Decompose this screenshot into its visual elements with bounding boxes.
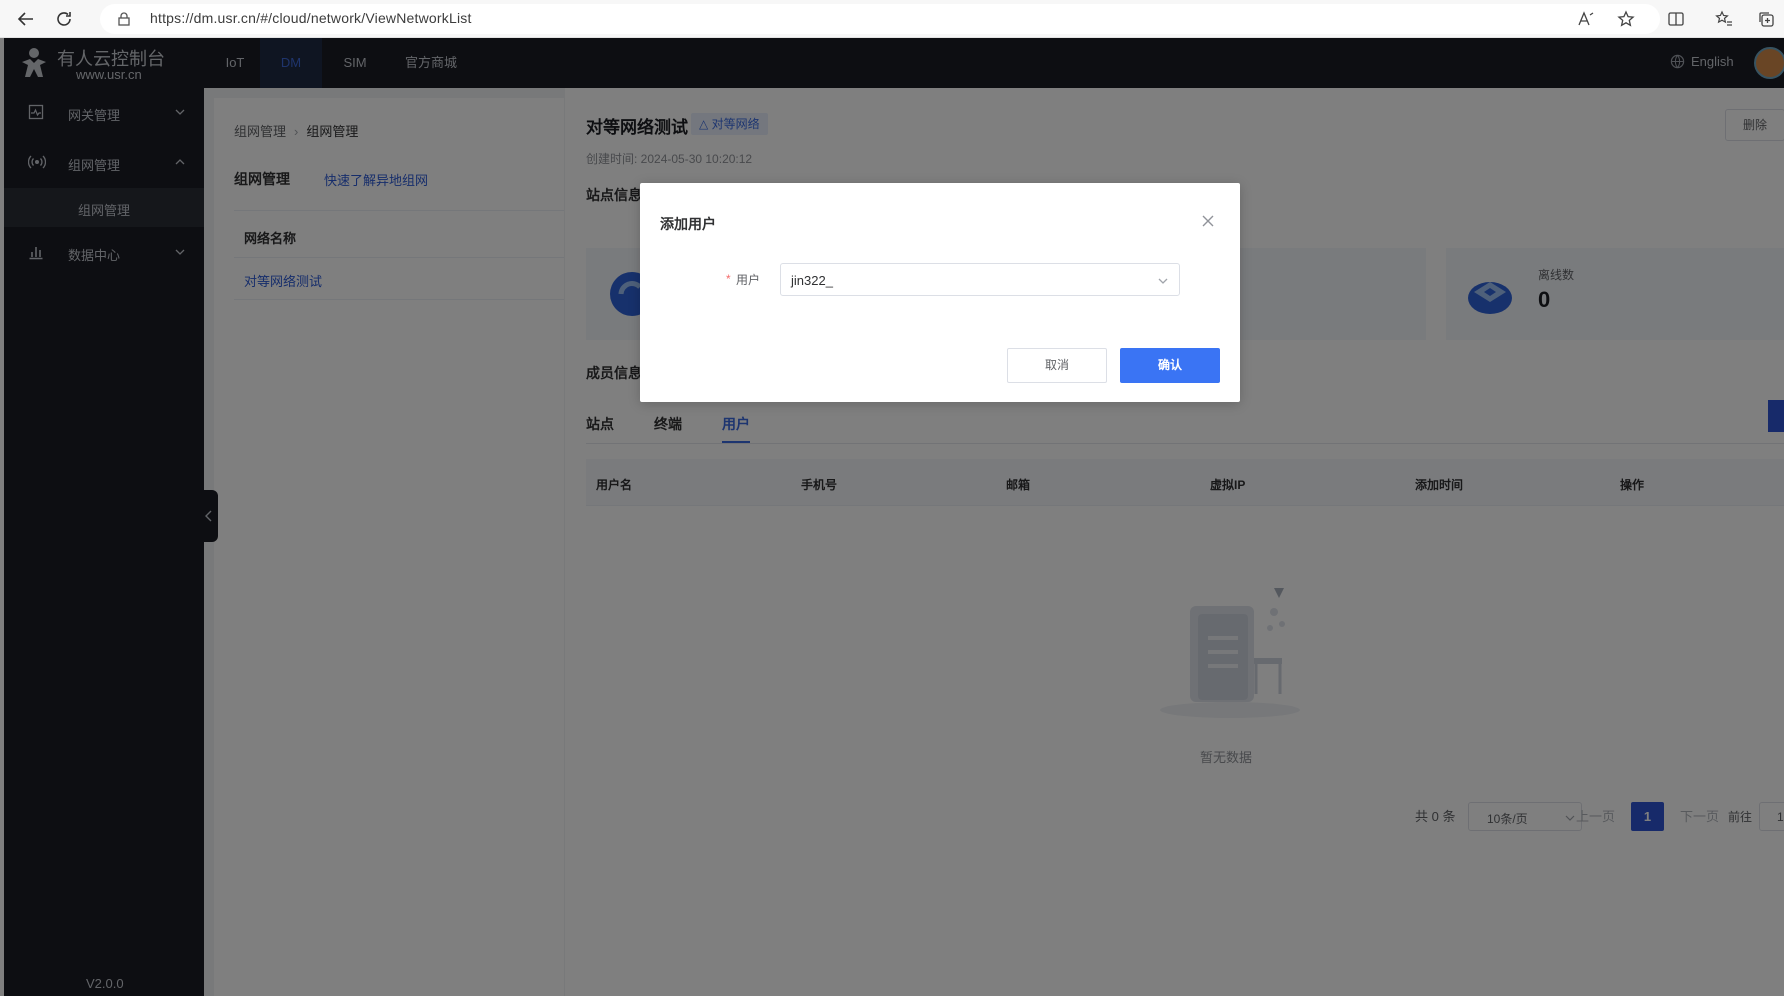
read-aloud-icon bbox=[1578, 11, 1594, 26]
favorite-button[interactable] bbox=[1612, 5, 1640, 33]
split-screen-button[interactable] bbox=[1662, 5, 1690, 33]
favorites-list-icon bbox=[1715, 10, 1732, 26]
chevron-down-icon bbox=[1158, 278, 1168, 284]
browser-toolbar: https://dm.usr.cn/#/cloud/network/ViewNe… bbox=[0, 0, 1784, 38]
confirm-button[interactable]: 确认 bbox=[1120, 348, 1220, 383]
collections-icon bbox=[1759, 12, 1774, 27]
dialog-title: 添加用户 bbox=[660, 216, 716, 232]
collections-button[interactable] bbox=[1752, 5, 1780, 33]
url-text: https://dm.usr.cn/#/cloud/network/ViewNe… bbox=[150, 10, 472, 26]
read-aloud-button[interactable] bbox=[1572, 5, 1600, 33]
close-icon[interactable] bbox=[1200, 213, 1216, 229]
reload-button[interactable] bbox=[50, 5, 78, 33]
back-arrow-icon bbox=[17, 12, 33, 26]
user-select[interactable]: jin322_ bbox=[780, 263, 1180, 296]
modal-overlay[interactable] bbox=[0, 38, 1784, 996]
back-button[interactable] bbox=[12, 5, 40, 33]
lock-icon bbox=[118, 12, 130, 26]
required-mark: * bbox=[726, 272, 731, 286]
cancel-button[interactable]: 取消 bbox=[1007, 348, 1107, 383]
user-field-label: 用户 bbox=[736, 273, 761, 287]
reload-icon bbox=[57, 12, 71, 26]
user-select-value: jin322_ bbox=[791, 273, 833, 288]
star-icon bbox=[1617, 10, 1635, 27]
split-screen-icon bbox=[1668, 12, 1684, 26]
add-user-dialog: 添加用户 * 用户 jin322_ 取消 确认 bbox=[640, 183, 1240, 402]
favorites-button[interactable] bbox=[1710, 5, 1738, 33]
